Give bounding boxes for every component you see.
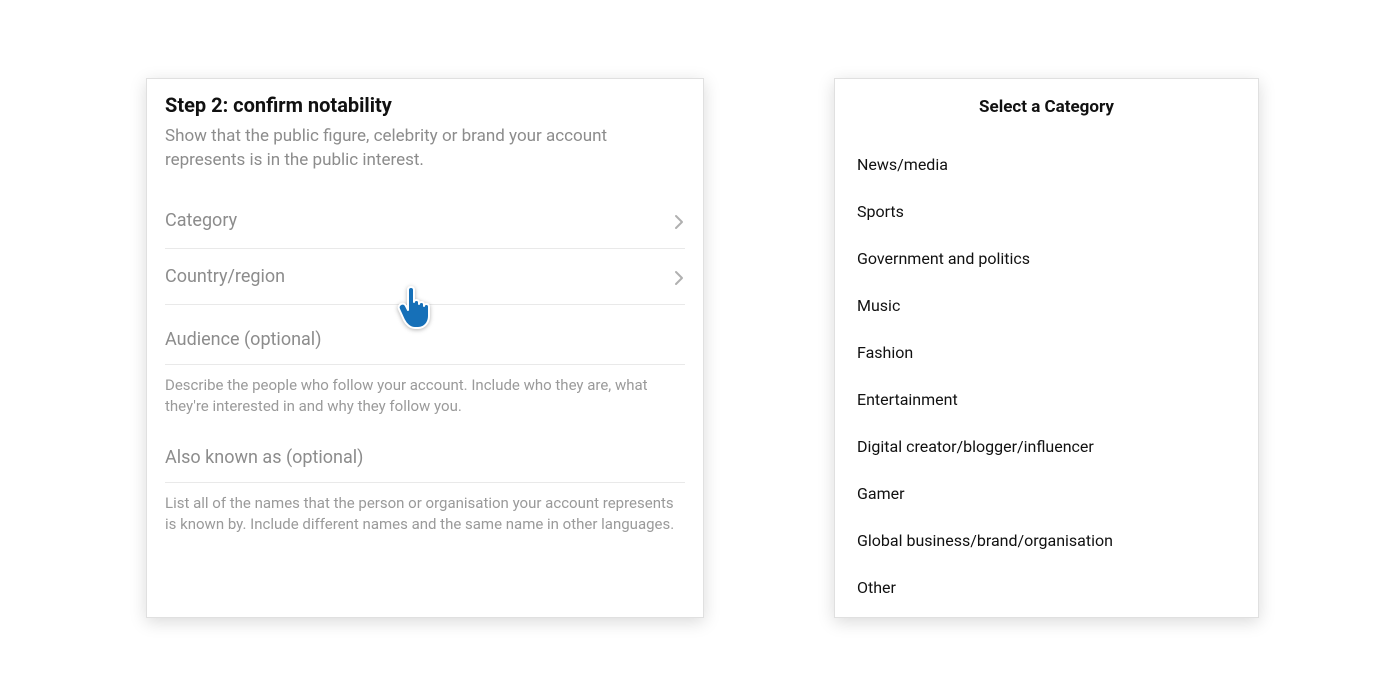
category-option[interactable]: Sports bbox=[857, 188, 1236, 235]
category-option[interactable]: Government and politics bbox=[857, 235, 1236, 282]
chevron-right-icon bbox=[673, 270, 685, 282]
select-category-panel: Select a Category News/media Sports Gove… bbox=[834, 78, 1259, 618]
aka-help: List all of the names that the person or… bbox=[165, 483, 685, 541]
chevron-right-icon bbox=[673, 214, 685, 226]
category-option[interactable]: News/media bbox=[857, 141, 1236, 188]
category-row[interactable]: Category bbox=[165, 193, 685, 249]
category-option[interactable]: Music bbox=[857, 282, 1236, 329]
step-subtitle: Show that the public figure, celebrity o… bbox=[165, 125, 685, 173]
step-title: Step 2: confirm notability bbox=[165, 93, 685, 117]
select-category-title: Select a Category bbox=[857, 97, 1236, 117]
category-option[interactable]: Other bbox=[857, 564, 1236, 611]
category-option[interactable]: Global business/brand/organisation bbox=[857, 517, 1236, 564]
category-option[interactable]: Gamer bbox=[857, 470, 1236, 517]
category-option[interactable]: Entertainment bbox=[857, 376, 1236, 423]
audience-label: Audience (optional) bbox=[165, 305, 685, 365]
category-option[interactable]: Fashion bbox=[857, 329, 1236, 376]
audience-help: Describe the people who follow your acco… bbox=[165, 365, 685, 423]
country-region-label: Country/region bbox=[165, 266, 285, 287]
category-label: Category bbox=[165, 210, 237, 231]
aka-label: Also known as (optional) bbox=[165, 423, 685, 483]
category-option[interactable]: Digital creator/blogger/influencer bbox=[857, 423, 1236, 470]
category-list: News/media Sports Government and politic… bbox=[857, 141, 1236, 611]
country-region-row[interactable]: Country/region bbox=[165, 249, 685, 305]
notability-step-panel: Step 2: confirm notability Show that the… bbox=[146, 78, 704, 618]
